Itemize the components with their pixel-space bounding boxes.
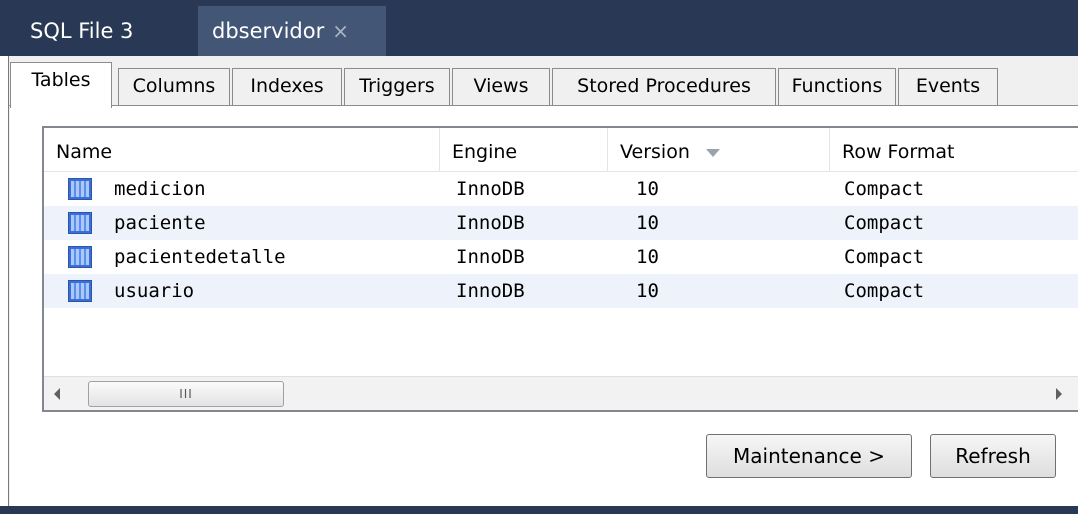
table-icon <box>68 212 92 234</box>
table-row[interactable]: paciente InnoDB 10 Compact <box>44 206 1078 240</box>
column-header-version[interactable]: Version <box>608 128 830 172</box>
table-icon <box>68 178 92 200</box>
inspector-tabs: Tables Columns Indexes Triggers Views St… <box>8 62 1078 108</box>
maintenance-button[interactable]: Maintenance > <box>706 434 912 478</box>
bottom-border <box>0 506 1078 514</box>
sort-descending-icon <box>705 148 720 157</box>
cell-name: medicion <box>114 178 206 200</box>
doc-tab-sql-file-3[interactable]: SQL File 3 <box>16 6 194 56</box>
tab-events[interactable]: Events <box>898 68 998 106</box>
cell-name: pacientedetalle <box>114 246 286 268</box>
horizontal-scrollbar[interactable]: III <box>44 376 1078 410</box>
cell-row-format: Compact <box>844 178 925 200</box>
scroll-left-arrow-icon[interactable] <box>54 388 60 400</box>
doc-tab-label: SQL File 3 <box>30 19 134 43</box>
tab-functions[interactable]: Functions <box>778 68 896 106</box>
doc-tab-dbservidor[interactable]: dbservidor × <box>198 6 386 56</box>
cell-row-format: Compact <box>844 246 925 268</box>
tab-indexes[interactable]: Indexes <box>232 68 342 106</box>
column-header-name[interactable]: Name <box>44 128 440 172</box>
cell-version: 10 <box>636 212 659 234</box>
cell-engine: InnoDB <box>456 212 525 234</box>
cell-row-format: Compact <box>844 280 925 302</box>
column-header-row-format[interactable]: Row Format <box>830 128 1078 172</box>
table-icon <box>68 280 92 302</box>
tab-columns[interactable]: Columns <box>118 68 230 106</box>
column-header-engine[interactable]: Engine <box>440 128 608 172</box>
cell-row-format: Compact <box>844 212 925 234</box>
tab-tables[interactable]: Tables <box>10 62 112 108</box>
tables-grid: Name Engine Version Row Format medicion … <box>42 126 1078 412</box>
table-row[interactable]: medicion InnoDB 10 Compact <box>44 172 1078 206</box>
tab-views[interactable]: Views <box>452 68 550 106</box>
cell-version: 10 <box>636 280 659 302</box>
table-row[interactable]: usuario InnoDB 10 Compact <box>44 274 1078 308</box>
table-icon <box>68 246 92 268</box>
cell-name: usuario <box>114 280 195 302</box>
cell-version: 10 <box>636 178 659 200</box>
scroll-right-arrow-icon[interactable] <box>1056 388 1062 400</box>
tab-stored-procedures[interactable]: Stored Procedures <box>552 68 776 106</box>
cell-version: 10 <box>636 246 659 268</box>
grid-header: Name Engine Version Row Format <box>44 128 1078 172</box>
cell-engine: InnoDB <box>456 178 525 200</box>
table-row[interactable]: pacientedetalle InnoDB 10 Compact <box>44 240 1078 274</box>
doc-tab-label: dbservidor <box>212 19 325 43</box>
scrollbar-thumb[interactable]: III <box>88 381 284 407</box>
refresh-button[interactable]: Refresh <box>930 434 1056 478</box>
cell-name: paciente <box>114 212 206 234</box>
close-icon[interactable]: × <box>332 19 349 43</box>
cell-engine: InnoDB <box>456 280 525 302</box>
tab-triggers[interactable]: Triggers <box>344 68 450 106</box>
cell-engine: InnoDB <box>456 246 525 268</box>
